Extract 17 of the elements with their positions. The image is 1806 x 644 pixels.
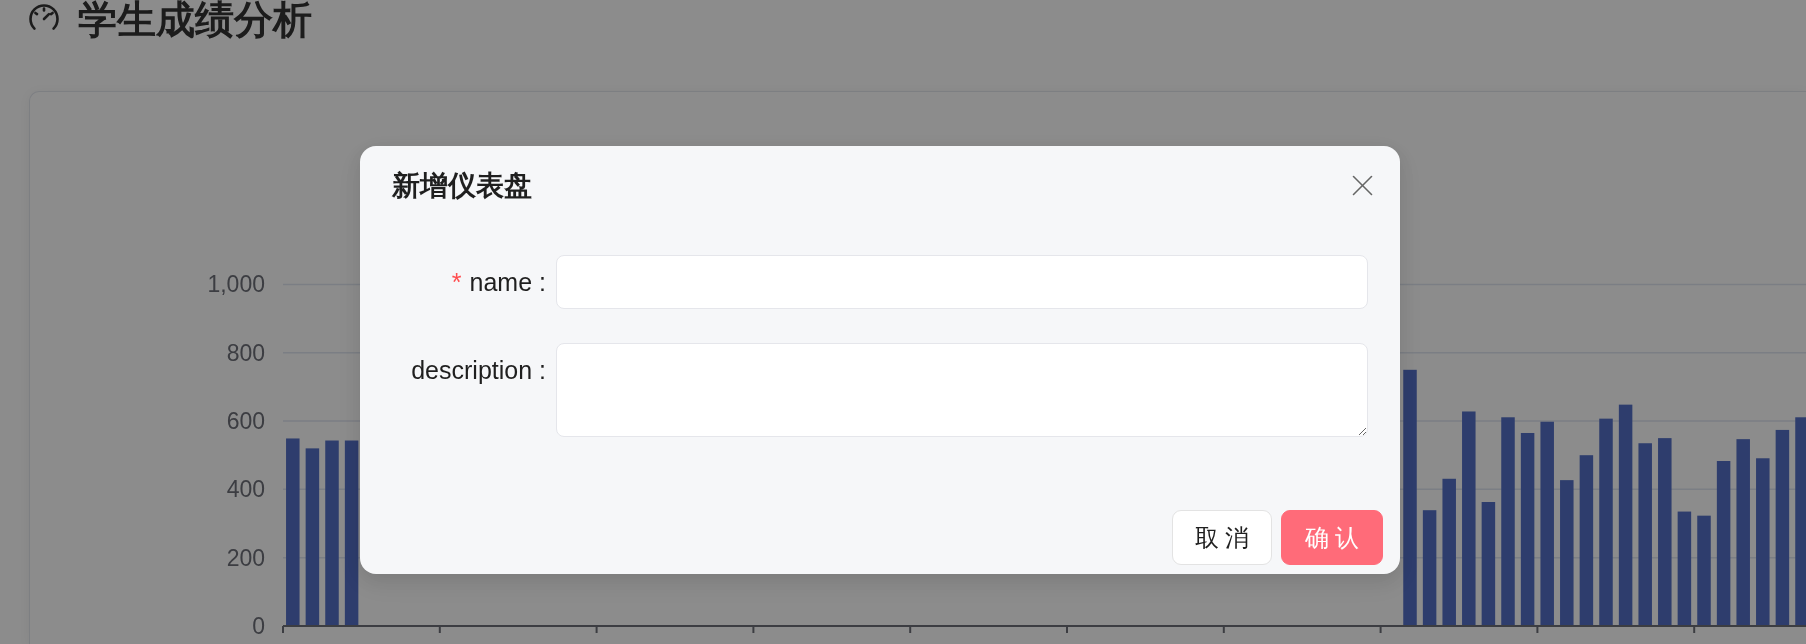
cancel-button[interactable]: 取 消	[1172, 510, 1272, 565]
close-icon	[1352, 175, 1373, 196]
gauge-icon	[27, 4, 61, 31]
dialog-title: 新增仪表盘	[392, 169, 532, 203]
text-area[interactable]	[556, 343, 1368, 437]
y-axis-label: 600	[226, 408, 265, 435]
y-axis-label: 0	[252, 613, 265, 639]
text-field[interactable]	[556, 255, 1368, 309]
field-label: description :	[411, 355, 546, 385]
required-mark: *	[451, 267, 462, 297]
y-axis-label: 400	[226, 476, 265, 503]
field-label: name :	[469, 267, 546, 297]
y-axis-label: 800	[226, 339, 265, 366]
y-axis-label: 200	[226, 544, 265, 571]
close-button[interactable]	[1352, 175, 1373, 196]
page-title: 学生成绩分析	[78, 0, 312, 40]
y-axis-label: 1,000	[207, 271, 265, 298]
